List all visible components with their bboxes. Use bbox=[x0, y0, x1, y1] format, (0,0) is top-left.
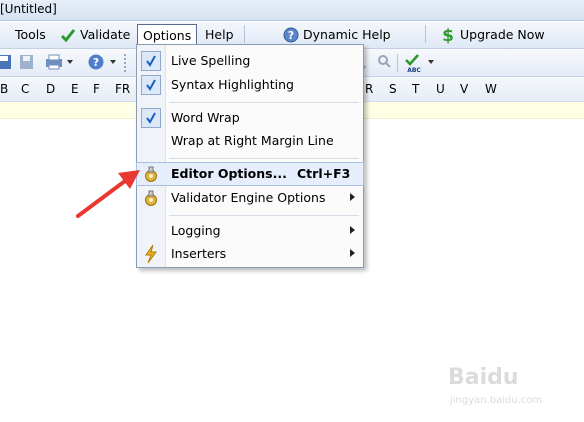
menu-item-live-spelling[interactable]: Live Spelling bbox=[137, 50, 363, 72]
letter-button[interactable]: R bbox=[365, 82, 373, 96]
save-all-icon[interactable] bbox=[18, 53, 36, 71]
menu-validate[interactable]: Validate bbox=[80, 26, 130, 44]
watermark-brand: Baidu bbox=[448, 365, 519, 390]
help-icon[interactable]: ? bbox=[87, 53, 105, 71]
menu-item-label: Editor Options... bbox=[171, 166, 287, 181]
toolbar-separator bbox=[397, 54, 398, 72]
menu-item-wrap-at-right-margin[interactable]: Wrap at Right Margin Line bbox=[137, 130, 363, 152]
annotation-arrow-icon bbox=[76, 170, 140, 218]
menu-separator bbox=[169, 215, 359, 216]
letter-button[interactable]: F bbox=[93, 82, 100, 96]
chevron-down-icon[interactable] bbox=[110, 60, 116, 64]
chevron-down-icon[interactable] bbox=[428, 60, 434, 64]
menu-separator bbox=[169, 102, 359, 103]
menu-item-validator-engine-options[interactable]: Validator Engine Options bbox=[137, 187, 363, 209]
svg-text:ABC: ABC bbox=[407, 67, 421, 73]
menu-item-label: Inserters bbox=[171, 246, 227, 261]
menu-separator bbox=[244, 25, 245, 43]
chevron-down-icon[interactable] bbox=[67, 60, 73, 64]
checkmark-icon bbox=[141, 75, 161, 95]
menu-item-syntax-highlighting[interactable]: Syntax Highlighting bbox=[137, 74, 363, 96]
letter-button[interactable]: U bbox=[436, 82, 445, 96]
watermark: Baidu jingyan.baidu.com bbox=[448, 365, 578, 413]
checkmark-icon bbox=[141, 108, 161, 128]
menu-item-logging[interactable]: Logging bbox=[137, 220, 363, 242]
menu-tools[interactable]: Tools bbox=[15, 26, 46, 44]
menu-upgrade-now[interactable]: Upgrade Now bbox=[460, 26, 545, 44]
menu-options[interactable]: Options bbox=[137, 24, 198, 46]
letter-button[interactable]: C bbox=[21, 82, 29, 96]
letter-button[interactable]: B bbox=[0, 82, 8, 96]
menu-item-label: Logging bbox=[171, 223, 221, 238]
menu-help[interactable]: Help bbox=[205, 26, 234, 44]
title-bar: [Untitled] bbox=[0, 0, 584, 21]
svg-text:$: $ bbox=[442, 26, 454, 45]
letter-button[interactable]: E bbox=[71, 82, 79, 96]
spellcheck-icon[interactable]: ABC bbox=[404, 53, 422, 74]
window-title: [Untitled] bbox=[0, 2, 57, 16]
menu-item-shortcut: Ctrl+F3 bbox=[297, 166, 351, 181]
menu-item-editor-options[interactable]: Editor Options... Ctrl+F3 bbox=[136, 162, 364, 186]
options-menu: Live Spelling Syntax Highlighting Word W… bbox=[136, 44, 364, 268]
check-icon bbox=[60, 27, 76, 46]
menu-item-label: Word Wrap bbox=[171, 110, 240, 125]
menu-item-label: Validator Engine Options bbox=[171, 190, 326, 205]
letter-button[interactable]: T bbox=[412, 82, 419, 96]
menu-item-word-wrap[interactable]: Word Wrap bbox=[137, 107, 363, 129]
svg-text:?: ? bbox=[288, 29, 294, 42]
menu-item-label: Live Spelling bbox=[171, 53, 251, 68]
print-icon[interactable] bbox=[44, 53, 62, 71]
menu-item-inserters[interactable]: Inserters bbox=[137, 243, 363, 265]
submenu-arrow-icon bbox=[350, 193, 355, 201]
checkmark-icon bbox=[141, 51, 161, 71]
letter-button[interactable]: W bbox=[485, 82, 497, 96]
menu-item-label: Wrap at Right Margin Line bbox=[171, 133, 334, 148]
menu-separator bbox=[425, 25, 426, 43]
replace-icon[interactable] bbox=[376, 53, 394, 71]
letter-button[interactable]: S bbox=[389, 82, 397, 96]
letter-button[interactable]: D bbox=[46, 82, 55, 96]
submenu-arrow-icon bbox=[350, 226, 355, 234]
save-icon[interactable] bbox=[0, 53, 14, 71]
submenu-arrow-icon bbox=[350, 249, 355, 257]
toolbar-grip bbox=[124, 54, 126, 72]
letter-button[interactable]: FR bbox=[115, 82, 130, 96]
menu-separator bbox=[169, 158, 359, 159]
dollar-icon: $ bbox=[441, 25, 455, 48]
watermark-site: jingyan.baidu.com bbox=[450, 395, 543, 406]
svg-text:?: ? bbox=[93, 56, 99, 69]
menu-dynamic-help[interactable]: Dynamic Help bbox=[303, 26, 391, 44]
menu-item-label: Syntax Highlighting bbox=[171, 77, 294, 92]
lightning-icon bbox=[143, 244, 159, 267]
letter-button[interactable]: V bbox=[460, 82, 468, 96]
